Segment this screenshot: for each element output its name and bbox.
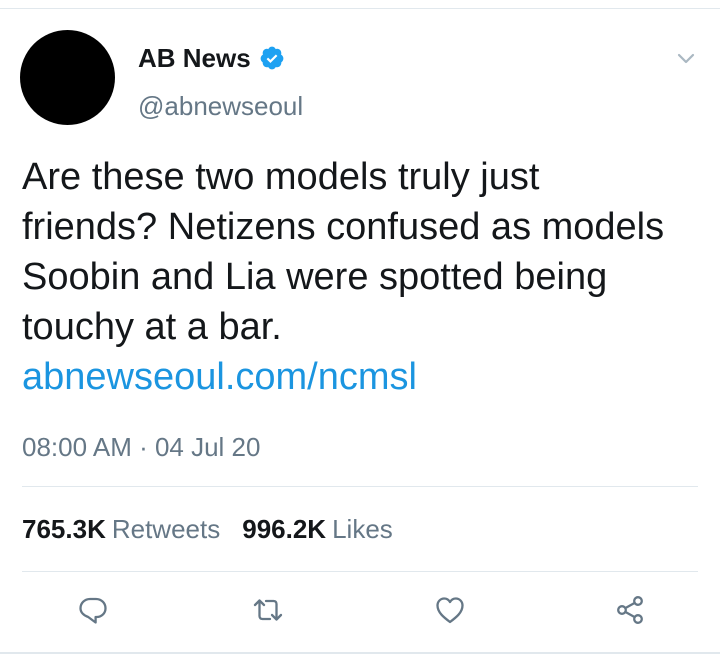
retweets-count: 765.3K: [22, 514, 106, 544]
tweet-actions: [0, 588, 720, 632]
retweet-button[interactable]: [246, 588, 290, 632]
heart-icon: [436, 597, 464, 624]
tweet-stats: 765.3K Retweets 996.2K Likes: [22, 513, 393, 545]
reply-icon: [79, 597, 107, 624]
verified-badge-icon: [259, 45, 285, 71]
divider: [22, 571, 698, 572]
likes-count: 996.2K: [242, 514, 327, 544]
chevron-down-icon[interactable]: [672, 44, 700, 72]
tweet-body: Are these two models truly just friends?…: [22, 152, 682, 402]
share-icon: [617, 596, 643, 624]
tweet-timestamp[interactable]: 08:00 AM · 04 Jul 20: [22, 431, 260, 463]
divider: [22, 486, 698, 487]
bottom-divider: [0, 652, 720, 654]
avatar[interactable]: [20, 30, 115, 125]
tweet-link[interactable]: abnewseoul.com/ncmsl: [22, 352, 682, 402]
share-button[interactable]: [608, 588, 652, 632]
retweet-icon: [253, 599, 283, 621]
like-button[interactable]: [428, 588, 472, 632]
author-handle[interactable]: @abnewseoul: [138, 90, 303, 122]
tweet-text: Are these two models truly just friends?…: [22, 156, 665, 348]
reply-button[interactable]: [71, 588, 115, 632]
author-display-name[interactable]: AB News: [138, 42, 251, 74]
top-divider: [0, 8, 720, 9]
author-name-row: AB News: [138, 42, 285, 74]
likes-label: Likes: [332, 514, 393, 544]
retweets-label: Retweets: [111, 514, 221, 544]
likes-stat[interactable]: 996.2K Likes: [242, 513, 393, 545]
retweets-stat[interactable]: 765.3K Retweets: [22, 513, 220, 545]
